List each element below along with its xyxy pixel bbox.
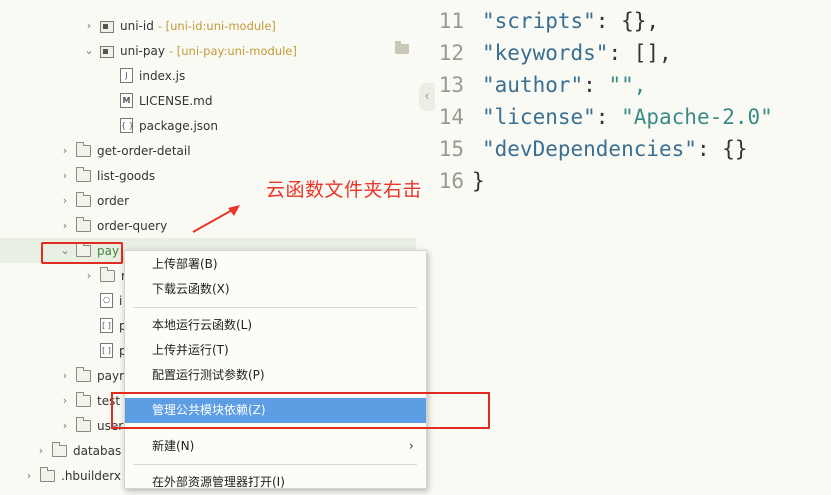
folder-icon — [76, 141, 91, 157]
chevron-down-icon[interactable]: ⌄ — [82, 44, 96, 57]
tree-item-label: order-query — [97, 218, 168, 233]
code-line: 15 "devDependencies": {} — [436, 133, 831, 165]
chevron-right-icon[interactable]: › — [58, 219, 72, 232]
json-separator: : — [608, 41, 634, 65]
tree-item-label: databas — [73, 443, 122, 458]
chevron-right-icon: › — [408, 439, 414, 454]
tree-row-license[interactable]: M LICENSE.md — [0, 88, 416, 113]
menu-separator — [133, 307, 417, 308]
tree-item-label: index.js — [139, 68, 186, 83]
json-key: "scripts" — [482, 9, 596, 33]
code-line: 13 "author": "", — [436, 69, 831, 101]
collapse-sidebar-button[interactable]: ‹ — [419, 83, 435, 111]
chevron-right-icon[interactable]: › — [58, 419, 72, 432]
tree-row-partial — [0, 0, 416, 11]
line-number: 16 — [438, 169, 464, 193]
folder-icon — [76, 366, 91, 382]
json-value: {}, — [621, 9, 660, 33]
chevron-right-icon[interactable]: › — [22, 469, 36, 482]
folder-icon — [395, 41, 409, 54]
json-separator: : — [696, 137, 723, 161]
json-key: "keywords" — [482, 41, 609, 65]
line-number: 13 — [438, 73, 464, 97]
tree-item-label: uni-id — [120, 18, 154, 33]
json-value: {} — [722, 137, 748, 161]
json-key: "author" — [482, 73, 584, 97]
code-line: 11 "scripts": {}, — [436, 5, 831, 37]
json-separator: : — [595, 9, 622, 33]
menu-item-run-locally[interactable]: 本地运行云函数(L) — [125, 313, 426, 338]
module-folder-icon — [100, 45, 114, 58]
tree-item-label: i — [119, 293, 123, 308]
annotation-highlight-pay-folder — [41, 242, 123, 264]
tree-item-label: uni-pay — [120, 43, 165, 58]
chevron-right-icon[interactable]: › — [58, 144, 72, 157]
tree-row-get-order-detail[interactable]: › get-order-detail — [0, 138, 416, 163]
tree-row-package-json[interactable]: { } package.json — [0, 113, 416, 138]
menu-item-download-cloud-function[interactable]: 下载云函数(X) — [125, 277, 426, 302]
tree-row-index-js[interactable]: J index.js — [0, 63, 416, 88]
markdown-file-icon: M — [120, 93, 133, 108]
json-key: "license" — [482, 105, 596, 129]
chevron-right-icon[interactable]: › — [82, 269, 96, 282]
json-value: "", — [608, 73, 647, 97]
context-menu: 上传部署(B) 下载云函数(X) 本地运行云函数(L) 上传并运行(T) 配置运… — [124, 250, 427, 489]
folder-icon — [76, 191, 91, 207]
chevron-right-icon[interactable]: › — [58, 194, 72, 207]
annotation-arrow — [192, 205, 240, 233]
folder-icon — [76, 216, 91, 232]
json-key: "devDependencies" — [482, 137, 697, 161]
code-line: 12 "keywords": [], — [436, 37, 831, 69]
chevron-right-icon[interactable]: › — [58, 394, 72, 407]
tree-item-label: .hbuilderx — [61, 468, 122, 483]
json-value: "Apache-2.0" — [621, 105, 773, 129]
menu-item-upload-deploy[interactable]: 上传部署(B) — [125, 252, 426, 277]
tree-item-label: order — [97, 193, 129, 208]
folder-icon — [40, 466, 55, 482]
tree-item-label: payr — [97, 368, 125, 383]
code-line: 14 "license": "Apache-2.0" — [436, 101, 831, 133]
json-value: [], — [633, 41, 672, 65]
tree-row-uni-id[interactable]: › uni-id - [uni-id:uni-module] — [0, 13, 416, 38]
folder-icon — [76, 166, 91, 182]
chevron-right-icon[interactable]: › — [58, 169, 72, 182]
json-file-icon: [ ] — [100, 343, 113, 358]
menu-separator — [133, 464, 417, 465]
json-file-icon: { } — [120, 118, 134, 133]
json-separator: : — [595, 105, 622, 129]
folder-icon — [52, 441, 67, 457]
annotation-text: 云函数文件夹右击 — [266, 179, 423, 201]
folder-icon — [76, 416, 91, 432]
tree-item-label: LICENSE.md — [139, 93, 213, 108]
folder-icon — [76, 391, 91, 407]
tree-item-label: list-goods — [97, 168, 156, 183]
json-separator: : — [583, 73, 609, 97]
tree-row-uni-pay[interactable]: ⌄ uni-pay - [uni-pay:uni-module] — [0, 38, 416, 63]
tree-item-module-tag: - [uni-pay:uni-module] — [168, 43, 297, 58]
tree-item-module-tag: - [uni-id:uni-module] — [157, 18, 276, 33]
line-number: 11 — [438, 9, 464, 33]
menu-item-configure-test-params[interactable]: 配置运行测试参数(P) — [125, 363, 426, 388]
json-file-icon: [ ] — [100, 318, 113, 333]
module-folder-icon — [100, 20, 114, 33]
code-editor[interactable]: 11 "scripts": {}, 12 "keywords": [], 13 … — [436, 0, 831, 489]
line-number: 12 — [438, 41, 464, 65]
code-line: 16 } — [436, 165, 831, 197]
file-icon: ⎔ — [100, 293, 113, 308]
line-number: 14 — [438, 105, 464, 129]
menu-item-new-label: 新建(N) — [152, 439, 195, 453]
folder-icon — [100, 266, 115, 282]
menu-item-upload-and-run[interactable]: 上传并运行(T) — [125, 338, 426, 363]
json-brace: } — [472, 169, 485, 193]
tree-item-label: package.json — [139, 118, 219, 133]
menu-item-new[interactable]: 新建(N) › — [125, 434, 426, 459]
chevron-right-icon[interactable]: › — [58, 369, 72, 382]
chevron-right-icon[interactable]: › — [34, 444, 48, 457]
line-number: 15 — [438, 137, 464, 161]
annotation-highlight-manage-deps — [111, 392, 490, 429]
tree-item-label: get-order-detail — [97, 143, 191, 158]
chevron-right-icon[interactable]: › — [82, 19, 96, 32]
menu-item-open-in-explorer[interactable]: 在外部资源管理器打开(I) — [125, 470, 426, 495]
js-file-icon: J — [120, 68, 133, 83]
